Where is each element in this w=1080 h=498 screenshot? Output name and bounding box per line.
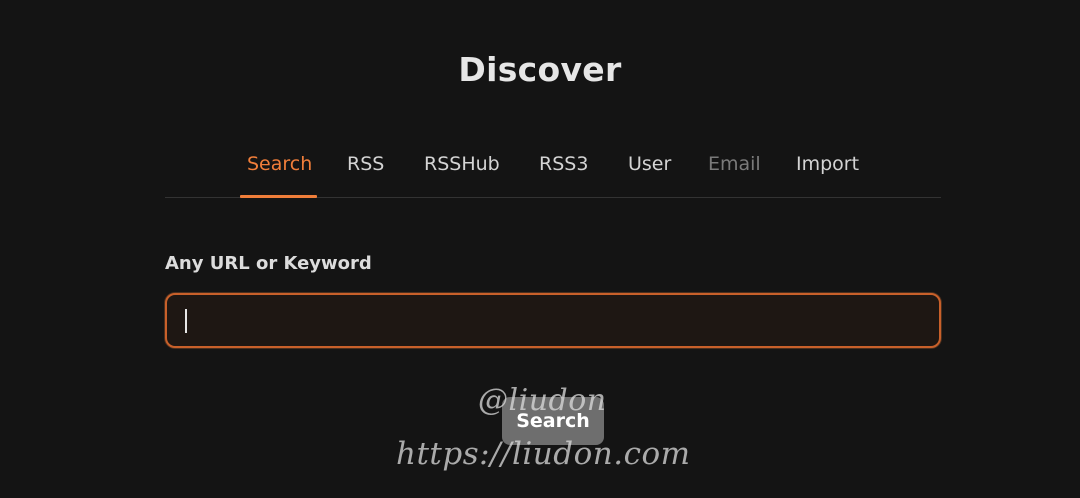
url-keyword-input-container[interactable] [165,293,941,348]
tab-user[interactable]: User [628,153,671,197]
url-keyword-input[interactable] [167,295,939,346]
tab-import[interactable]: Import [796,153,859,197]
watermark-url: https://liudon.com [396,436,691,472]
tab-email: Email [708,153,761,175]
url-keyword-label: Any URL or Keyword [165,253,372,274]
discover-page: Discover Search RSS RSSHub RSS3 User Ema… [0,0,1080,498]
tab-bar: Search RSS RSSHub RSS3 User Email Import [165,145,941,198]
page-title: Discover [458,50,622,89]
tab-rss[interactable]: RSS [347,153,384,197]
active-tab-indicator [240,195,317,198]
watermark-handle: @liudon [478,383,607,418]
tab-search[interactable]: Search [247,153,312,197]
tab-rsshub[interactable]: RSSHub [424,153,500,197]
tab-rss3[interactable]: RSS3 [539,153,588,197]
text-caret [185,309,187,333]
